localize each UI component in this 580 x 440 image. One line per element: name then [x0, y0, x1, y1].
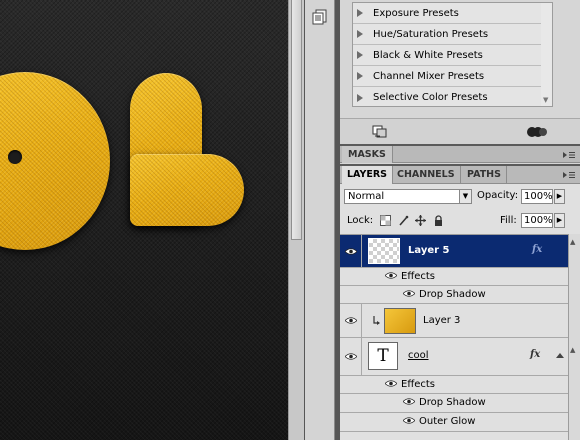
effect-label: Outer Glow [419, 416, 476, 427]
layer-row-layer-5[interactable]: Layer 5 fx [340, 235, 568, 268]
visibility-toggle[interactable] [340, 304, 362, 337]
scroll-up-arrow-icon[interactable]: ▲ [570, 238, 575, 246]
expand-triangle-icon[interactable] [357, 51, 363, 59]
layer-thumbnail[interactable] [384, 308, 416, 334]
scroll-up-arrow-icon[interactable]: ▲ [570, 346, 575, 354]
scroll-down-arrow-icon[interactable]: ▼ [543, 96, 548, 104]
panel-menu-icon[interactable] [562, 171, 576, 179]
effect-row-drop-shadow[interactable]: Drop Shadow [340, 286, 568, 304]
effect-label: Drop Shadow [419, 397, 486, 408]
presets-scrollbar[interactable]: ▼ [541, 2, 553, 107]
effect-row-drop-shadow[interactable]: Drop Shadow [340, 394, 568, 413]
preset-item-hue-saturation[interactable]: Hue/Saturation Presets [353, 24, 541, 45]
visibility-toggle[interactable] [340, 235, 362, 267]
panel-menu-icon[interactable] [562, 151, 576, 159]
effects-row[interactable]: Effects [340, 376, 568, 394]
eye-icon[interactable] [385, 380, 397, 387]
eye-icon [344, 247, 357, 255]
preset-label: Exposure Presets [373, 7, 459, 19]
letter-o-hole [8, 150, 22, 164]
layer-name[interactable]: cool [408, 350, 429, 361]
effects-label: Effects [401, 379, 435, 390]
tab-channels[interactable]: CHANNELS [392, 166, 461, 184]
adjustment-presets-list: Exposure Presets Hue/Saturation Presets … [352, 2, 542, 107]
fill-field[interactable]: 100% [521, 213, 553, 228]
fill-slider-button[interactable]: ▶ [554, 213, 565, 228]
tab-layers[interactable]: LAYERS [342, 166, 394, 184]
masks-panel-header: MASKS [340, 146, 580, 163]
lock-all-icon[interactable] [433, 215, 444, 226]
blend-mode-select[interactable]: Normal ▼ [344, 189, 472, 204]
eye-icon [344, 317, 357, 324]
expand-triangle-icon[interactable] [357, 72, 363, 80]
preset-item-exposure[interactable]: Exposure Presets [353, 3, 541, 24]
preset-item-channel-mixer[interactable]: Channel Mixer Presets [353, 66, 541, 87]
preset-label: Black & White Presets [373, 49, 483, 61]
layers-list: Layer 5 fx Effects Drop Shadow Layer 3 T… [340, 234, 568, 440]
lock-position-icon[interactable] [415, 215, 426, 226]
opacity-label: Opacity: [477, 190, 519, 201]
layers-panel-tabs: LAYERS CHANNELS PATHS [340, 166, 580, 184]
lock-label: Lock: [347, 215, 374, 226]
eye-icon[interactable] [403, 398, 415, 405]
canvas-scroll-thumb[interactable] [291, 0, 302, 240]
fill-label: Fill: [500, 215, 517, 226]
layer-thumbnail[interactable] [368, 238, 400, 264]
text-layer-thumbnail[interactable]: T [368, 342, 398, 370]
eye-icon[interactable] [403, 417, 415, 424]
history-panel-button[interactable] [310, 6, 330, 28]
fx-icon[interactable]: fx [532, 244, 542, 255]
visibility-toggle[interactable] [340, 338, 362, 375]
expand-triangle-icon[interactable] [357, 9, 363, 17]
eye-icon [344, 353, 357, 360]
preset-item-black-white[interactable]: Black & White Presets [353, 45, 541, 66]
collapse-effects-triangle-icon[interactable] [556, 352, 564, 360]
layers-scrollbar[interactable]: ▲ ▲ [568, 234, 580, 440]
lock-image-pixels-icon[interactable] [398, 215, 409, 226]
opacity-field[interactable]: 100% [521, 189, 553, 204]
panels-column: Exposure Presets Hue/Saturation Presets … [340, 0, 580, 440]
effect-label: Drop Shadow [419, 289, 486, 300]
preset-label: Hue/Saturation Presets [373, 28, 489, 40]
expand-triangle-icon[interactable] [357, 93, 363, 102]
effect-row-outer-glow[interactable]: Outer Glow [340, 413, 568, 432]
layers-options: Normal ▼ Opacity: 100% ▶ Lock: Fill: 100… [340, 184, 580, 234]
opacity-slider-button[interactable]: ▶ [554, 189, 565, 204]
collapsed-panel-strip [305, 0, 335, 440]
layer-row-layer-3[interactable]: Layer 3 [340, 304, 568, 338]
adjustments-footer [340, 118, 580, 144]
layer-row-cool[interactable]: T cool fx [340, 338, 568, 376]
document-canvas[interactable] [0, 0, 288, 440]
tab-masks[interactable]: MASKS [342, 146, 393, 163]
canvas-vertical-scrollbar[interactable] [288, 0, 304, 440]
layer-name[interactable]: Layer 3 [423, 315, 460, 326]
layer-name[interactable]: Layer 5 [408, 245, 449, 256]
effects-label: Effects [401, 271, 435, 282]
return-to-list-icon[interactable] [372, 125, 388, 139]
blend-mode-value: Normal [348, 191, 385, 202]
eye-icon[interactable] [403, 290, 415, 297]
preset-label: Selective Color Presets [373, 92, 488, 103]
clip-to-layer-icon[interactable] [526, 125, 548, 139]
adjustments-panel: Exposure Presets Hue/Saturation Presets … [340, 0, 580, 118]
preset-label: Channel Mixer Presets [373, 70, 485, 82]
fx-icon[interactable]: fx [530, 349, 540, 360]
preset-item-selective-color[interactable]: Selective Color Presets [353, 87, 541, 108]
letter-l-foot-shape [130, 154, 244, 226]
eye-icon[interactable] [385, 272, 397, 279]
expand-triangle-icon[interactable] [357, 30, 363, 38]
lock-transparency-icon[interactable] [380, 215, 391, 226]
effects-row[interactable]: Effects [340, 268, 568, 286]
history-icon [312, 9, 327, 25]
tab-paths[interactable]: PATHS [462, 166, 507, 184]
clipping-arrow-icon [373, 316, 380, 325]
chevron-down-icon[interactable]: ▼ [459, 190, 471, 203]
